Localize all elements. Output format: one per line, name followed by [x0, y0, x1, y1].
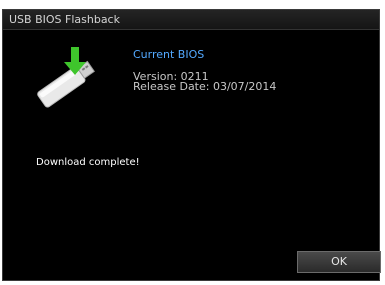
usb-drive-download-icon: [31, 45, 101, 113]
current-bios-heading: Current BIOS: [133, 48, 205, 61]
window-title: USB BIOS Flashback: [9, 13, 120, 26]
bios-release-date: Release Date: 03/07/2014: [133, 80, 277, 93]
ok-button[interactable]: OK: [297, 251, 381, 273]
usb-bios-flashback-dialog: USB BIOS Flashback Current BIOS Version:…: [2, 9, 381, 281]
status-message: Download complete!: [36, 157, 140, 168]
title-bar: USB BIOS Flashback: [3, 10, 379, 30]
